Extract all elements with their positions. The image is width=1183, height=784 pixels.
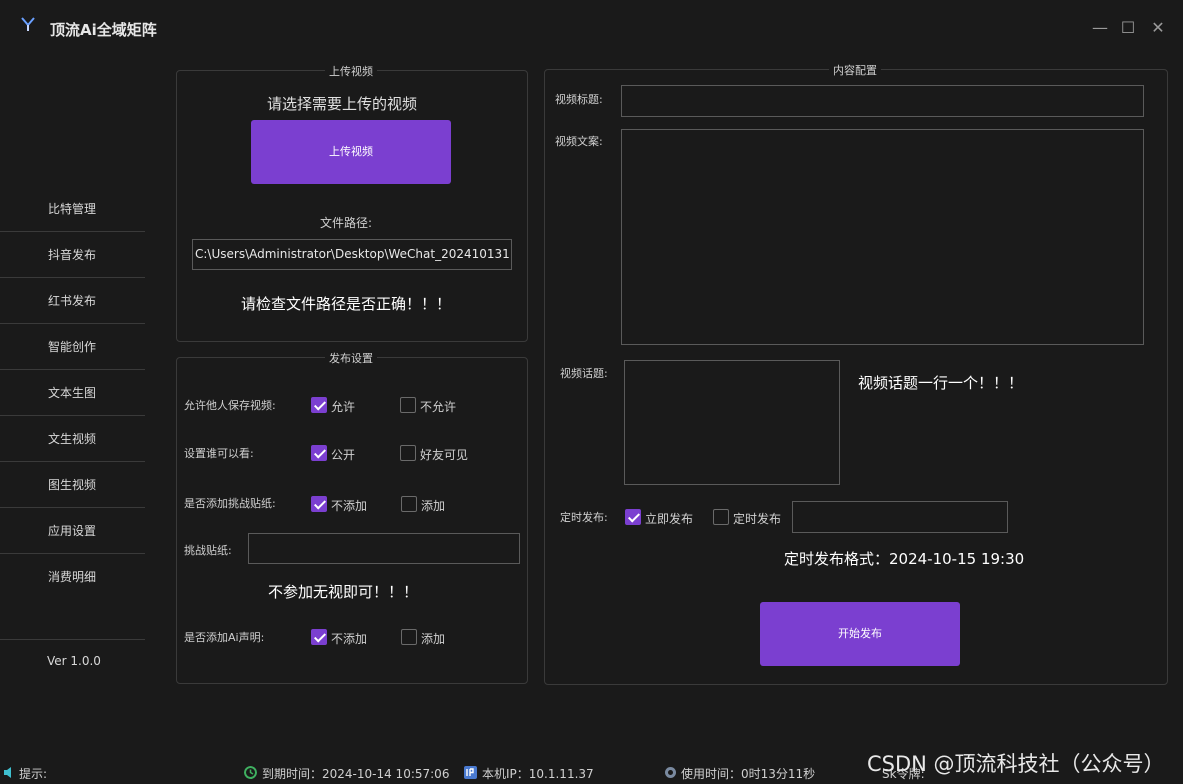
- start-publish-button[interactable]: 开始发布: [760, 602, 960, 666]
- video-topic-label: 视频话题:: [560, 367, 608, 380]
- sticker-input[interactable]: [248, 533, 520, 564]
- sidebar-item-image-to-video[interactable]: 图生视频: [0, 462, 145, 508]
- maximize-button[interactable]: ☐: [1120, 20, 1136, 36]
- publish-settings-legend: 发布设置: [325, 350, 377, 366]
- visibility-friends-checkbox[interactable]: [400, 445, 416, 461]
- upload-video-button[interactable]: 上传视频: [251, 120, 451, 184]
- topic-note: 视频话题一行一个！！！: [858, 374, 1024, 392]
- video-topic-textarea[interactable]: [624, 360, 840, 485]
- ai-statement-no-checkbox[interactable]: [311, 629, 327, 645]
- allow-save-no-label: 不允许: [420, 400, 457, 414]
- sticker-no-checkbox[interactable]: [311, 496, 327, 512]
- sidebar-item-consumption[interactable]: 消费明细: [0, 554, 145, 600]
- visibility-public-checkbox[interactable]: [311, 445, 327, 461]
- allow-save-no-checkbox[interactable]: [400, 397, 416, 413]
- allow-save-label: 允许他人保存视频:: [184, 399, 276, 412]
- speaker-icon: [4, 767, 11, 778]
- ai-statement-no-label: 不添加: [331, 632, 368, 646]
- sticker-note: 不参加无视即可！！！: [268, 583, 419, 601]
- visibility-public-label: 公开: [331, 448, 356, 462]
- sidebar-item-smart-create[interactable]: 智能创作: [0, 324, 145, 370]
- schedule-format-note: 定时发布格式：2024-10-15 19:30: [784, 550, 1025, 568]
- app-logo-icon: [21, 17, 35, 31]
- clock-icon: [244, 766, 257, 779]
- csdn-watermark: CSDN @顶流科技社（公众号）: [867, 752, 1165, 776]
- sidebar-item-redbook-publish[interactable]: 红书发布: [0, 278, 145, 324]
- content-config-legend: 内容配置: [829, 62, 881, 78]
- status-expiry: 到期时间：2024-10-14 10:57:06: [262, 767, 450, 781]
- close-button[interactable]: ✕: [1150, 20, 1166, 36]
- sticker-yes-checkbox[interactable]: [401, 496, 417, 512]
- sticker-yes-label: 添加: [421, 499, 446, 513]
- visibility-label: 设置谁可以看:: [184, 447, 254, 460]
- app-title: 顶流Ai全域矩阵: [50, 21, 157, 39]
- sticker-question-label: 是否添加挑战贴纸:: [184, 497, 276, 510]
- ai-statement-yes-label: 添加: [421, 632, 446, 646]
- file-path-input[interactable]: C:\Users\Administrator\Desktop\WeChat_20…: [192, 239, 512, 270]
- minimize-button[interactable]: —: [1092, 20, 1108, 36]
- ai-statement-label: 是否添加Ai声明:: [184, 631, 265, 644]
- upload-panel-legend: 上传视频: [325, 63, 377, 79]
- allow-save-yes-checkbox[interactable]: [311, 397, 327, 413]
- title-bar: 顶流Ai全域矩阵 — ☐ ✕: [0, 0, 1183, 60]
- publish-now-checkbox[interactable]: [625, 509, 641, 525]
- sidebar-item-text-to-image[interactable]: 文本生图: [0, 370, 145, 416]
- sticker-no-label: 不添加: [331, 499, 368, 513]
- visibility-friends-label: 好友可见: [420, 448, 469, 462]
- video-title-input[interactable]: [621, 85, 1144, 117]
- sidebar-nav: 比特管理 抖音发布 红书发布 智能创作 文本生图 文生视频 图生视频 应用设置 …: [0, 186, 145, 600]
- sticker-input-label: 挑战贴纸:: [184, 544, 232, 557]
- ip-icon: [464, 766, 477, 779]
- publish-now-label: 立即发布: [645, 512, 694, 526]
- sidebar-item-app-settings[interactable]: 应用设置: [0, 508, 145, 554]
- file-path-label: 文件路径:: [320, 216, 373, 230]
- version-label: Ver 1.0.0: [47, 654, 101, 668]
- sidebar-item-douyin-publish[interactable]: 抖音发布: [0, 232, 145, 278]
- video-title-label: 视频标题:: [555, 93, 603, 106]
- usage-time-icon: [665, 767, 676, 778]
- path-warning: 请检查文件路径是否正确！！！: [241, 295, 452, 313]
- ai-statement-yes-checkbox[interactable]: [401, 629, 417, 645]
- allow-save-yes-label: 允许: [331, 400, 356, 414]
- status-hint: 提示:: [19, 767, 48, 781]
- status-usage: 使用时间：0时13分11秒: [681, 767, 816, 781]
- upload-prompt: 请选择需要上传的视频: [267, 95, 418, 113]
- schedule-time-input[interactable]: [792, 501, 1008, 533]
- video-copy-label: 视频文案:: [555, 135, 603, 148]
- sidebar-item-text-to-video[interactable]: 文生视频: [0, 416, 145, 462]
- sidebar-item-bit-manage[interactable]: 比特管理: [0, 186, 145, 232]
- schedule-label: 定时发布:: [560, 511, 608, 524]
- status-ip: 本机IP：10.1.11.37: [482, 767, 594, 781]
- video-copy-textarea[interactable]: [621, 129, 1144, 345]
- sidebar-divider: [0, 639, 145, 640]
- scheduled-publish-checkbox[interactable]: [713, 509, 729, 525]
- scheduled-publish-label: 定时发布: [733, 512, 782, 526]
